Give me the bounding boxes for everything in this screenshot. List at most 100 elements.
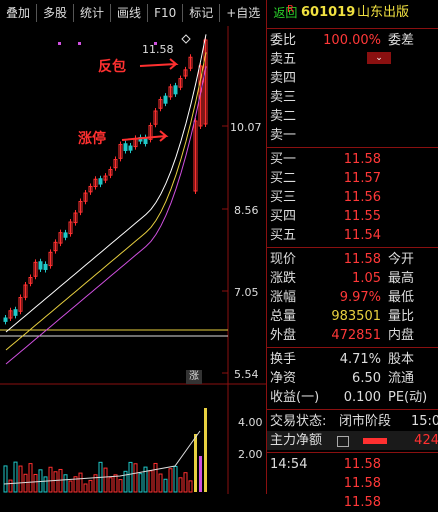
buy-level-value: 11.58 bbox=[343, 152, 381, 167]
volume-bar bbox=[78, 472, 83, 493]
volume-bar bbox=[58, 468, 63, 493]
quote-stats: 现价 11.58 今开 涨跌 1.05 最高 涨幅 9.97% 最低 总量 983501 量比 外盘 47… bbox=[267, 250, 438, 345]
sell-level[interactable]: 卖一 bbox=[267, 126, 438, 145]
volume-bar bbox=[8, 479, 13, 493]
main-flow-label: 主力净额 bbox=[270, 433, 323, 448]
toolbar-item[interactable]: 叠加 bbox=[0, 4, 38, 22]
buy-level[interactable]: 买五 11.54 bbox=[267, 226, 438, 245]
tick-row: 11.58 bbox=[267, 493, 438, 512]
candle-body bbox=[163, 95, 168, 104]
quote-row-label: 涨跌 bbox=[270, 271, 297, 286]
quote-row[interactable]: 总量 983501 量比 bbox=[267, 307, 438, 326]
quote-row-value: 1.05 bbox=[352, 271, 381, 286]
volume-bar bbox=[48, 466, 53, 493]
volume-tick: 2.00 bbox=[238, 448, 263, 461]
weibi-label: 委比 bbox=[270, 33, 297, 48]
candle-body bbox=[123, 143, 128, 151]
tick-price: 11.58 bbox=[343, 476, 381, 491]
sell-level-label: 卖三 bbox=[270, 90, 297, 105]
volume-bar bbox=[43, 476, 48, 493]
diamond-marker bbox=[181, 34, 191, 44]
buy-level[interactable]: 买四 11.55 bbox=[267, 207, 438, 226]
stat-row[interactable]: 换手 4.71% 股本 bbox=[267, 350, 438, 369]
volume-bar bbox=[168, 468, 173, 493]
volume-tick: 4.00 bbox=[238, 416, 263, 429]
sell-level[interactable]: 卖五 bbox=[267, 50, 438, 69]
tick-row: 14:54 11.58 bbox=[267, 455, 438, 474]
volume-bar bbox=[118, 479, 123, 493]
flow-menu-icon[interactable] bbox=[337, 436, 349, 447]
sell-level-label: 卖二 bbox=[270, 109, 297, 124]
stock-title: R 601019 山东出版 bbox=[267, 0, 438, 26]
sell-level[interactable]: 卖四 bbox=[267, 69, 438, 88]
weibi-row: 委比 100.00% 委差 bbox=[267, 31, 438, 50]
buy-level[interactable]: 买三 11.56 bbox=[267, 188, 438, 207]
chevron-down-icon[interactable]: ⌄ bbox=[367, 52, 391, 64]
stat-row-label: 收益(一) bbox=[270, 390, 320, 405]
quote-row-label2: 今开 bbox=[388, 252, 415, 267]
signal-dot bbox=[58, 42, 61, 45]
buy-level-value: 11.55 bbox=[343, 209, 381, 224]
toolbar-item[interactable]: 多股 bbox=[37, 4, 75, 22]
candle-body bbox=[38, 261, 43, 270]
trade-status-row: 交易状态: 闭市阶段 15:0 bbox=[267, 412, 438, 431]
candle-body bbox=[63, 232, 68, 238]
volume-bar bbox=[108, 477, 113, 493]
flow-bar bbox=[363, 438, 387, 444]
stat-row-label: 换手 bbox=[270, 352, 297, 367]
volume-bar bbox=[188, 480, 193, 493]
quote-row-value: 9.97% bbox=[339, 290, 381, 305]
sell-level[interactable]: 卖二 bbox=[267, 107, 438, 126]
trade-status-time: 15:0 bbox=[411, 414, 438, 429]
kline-chart[interactable]: 反包 涨停 11.58 10.07 8.56 7.05 5.54 涨 4.00 … bbox=[0, 26, 266, 494]
zhang-badge[interactable]: 涨 bbox=[186, 370, 202, 384]
candle-body bbox=[43, 263, 48, 270]
buy-level[interactable]: 买一 11.58 bbox=[267, 150, 438, 169]
volume-bar bbox=[23, 473, 28, 493]
sell-level-label: 卖一 bbox=[270, 128, 297, 143]
quote-panel: R 601019 山东出版 委比 100.00% 委差 卖五 卖四 卖三 卖二 卖一 ⌄ … bbox=[266, 0, 438, 510]
volume-bar bbox=[13, 461, 18, 493]
tick-time: 14:54 bbox=[270, 457, 308, 472]
toolbar-item[interactable]: 统计 bbox=[74, 4, 112, 22]
sell-level[interactable]: 卖三 bbox=[267, 88, 438, 107]
buy-level[interactable]: 买二 11.57 bbox=[267, 169, 438, 188]
volume-bar bbox=[133, 463, 138, 493]
toolbar-item[interactable]: 标记 bbox=[183, 4, 221, 22]
main-flow-row[interactable]: 主力净额 424 bbox=[267, 431, 438, 450]
stat-row[interactable]: 净资 6.50 流通 bbox=[267, 369, 438, 388]
stat-row-label: 净资 bbox=[270, 371, 297, 386]
stat-row-value: 0.100 bbox=[343, 390, 381, 405]
quote-row-label2: 量比 bbox=[388, 309, 415, 324]
stock-code: 601019 bbox=[301, 5, 356, 20]
quote-row-label: 涨幅 bbox=[270, 290, 297, 305]
buy-level-value: 11.57 bbox=[343, 171, 381, 186]
toolbar-item[interactable]: +自选 bbox=[220, 4, 268, 22]
stat-row[interactable]: 收益(一) 0.100 PE(动) bbox=[267, 388, 438, 407]
quote-row[interactable]: 涨幅 9.97% 最低 bbox=[267, 288, 438, 307]
candle-body bbox=[3, 317, 8, 322]
stock-name: 山东出版 bbox=[357, 5, 410, 20]
quote-row[interactable]: 外盘 472851 内盘 bbox=[267, 326, 438, 345]
toolbar-item[interactable]: 画线 bbox=[111, 4, 149, 22]
quote-row[interactable]: 涨跌 1.05 最高 bbox=[267, 269, 438, 288]
main-flow-value: 424 bbox=[414, 433, 438, 448]
buy-level-label: 买五 bbox=[270, 228, 297, 243]
trade-status-label: 交易状态: bbox=[270, 414, 327, 429]
volume-bar bbox=[163, 478, 168, 493]
weibi-value: 100.00% bbox=[323, 33, 381, 48]
toolbar-item[interactable]: F10 bbox=[148, 4, 184, 22]
price-tick: 5.54 bbox=[234, 368, 259, 381]
price-tick: 7.05 bbox=[234, 286, 259, 299]
quote-row[interactable]: 现价 11.58 今开 bbox=[267, 250, 438, 269]
buy-level-label: 买三 bbox=[270, 190, 297, 205]
buy-level-label: 买二 bbox=[270, 171, 297, 186]
volume-bar bbox=[103, 467, 108, 493]
volume-bar bbox=[173, 465, 178, 493]
stat-row-label2: 流通 bbox=[388, 371, 415, 386]
ma-line-yellow bbox=[5, 52, 207, 351]
quote-row-label2: 最高 bbox=[388, 271, 415, 286]
kline-svg[interactable] bbox=[0, 26, 266, 494]
quote-row-label: 外盘 bbox=[270, 328, 297, 343]
high-price-label: 11.58 bbox=[142, 43, 174, 56]
